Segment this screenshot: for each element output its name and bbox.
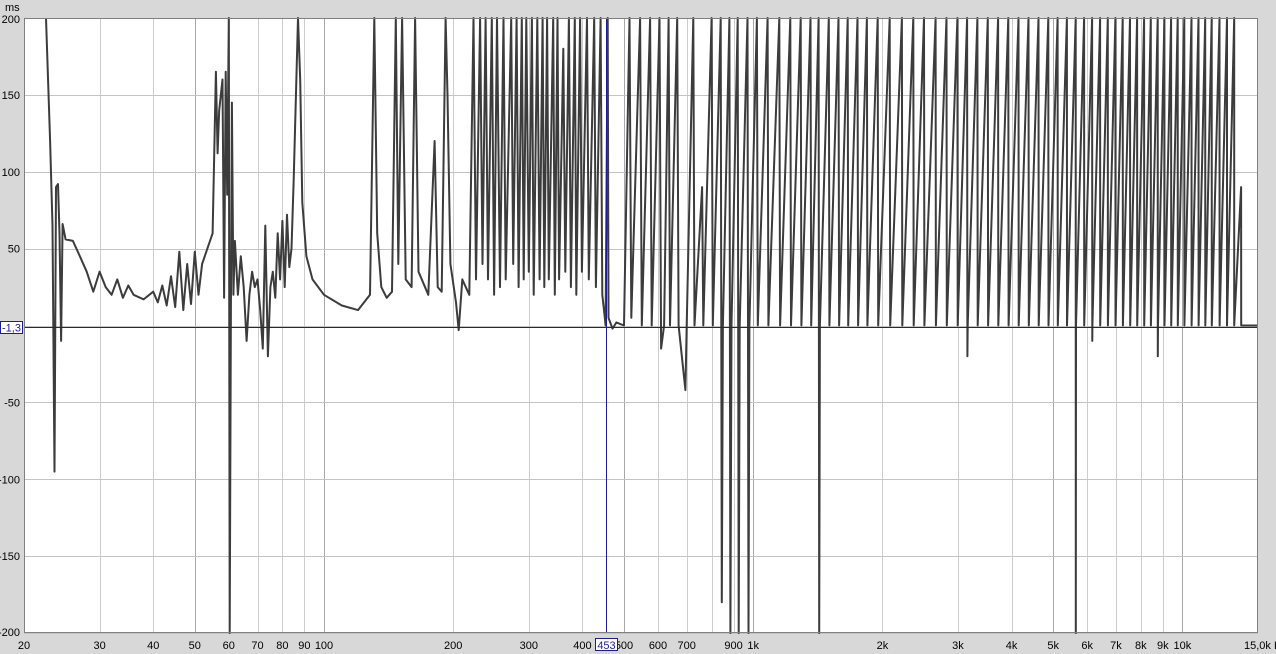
y-tick-label: 200 bbox=[2, 14, 20, 26]
x-tick-label: 70 bbox=[251, 640, 263, 652]
x-tick-label: 30 bbox=[93, 640, 105, 652]
x-tick-label: 300 bbox=[520, 640, 538, 652]
x-tick-label: 600 bbox=[649, 640, 667, 652]
x-tick-label: 4k bbox=[1006, 640, 1018, 652]
y-tick-label: 50 bbox=[8, 244, 20, 256]
x-tick-label: 700 bbox=[678, 640, 696, 652]
cursor-y-readout: -1,3 bbox=[2, 323, 21, 335]
x-tick-label: 5k bbox=[1047, 640, 1059, 652]
x-tick-label: 7k bbox=[1110, 640, 1122, 652]
y-tick-label: 150 bbox=[2, 90, 20, 102]
x-tick-label: 9k bbox=[1157, 640, 1169, 652]
x-tick-label: 1k bbox=[747, 640, 759, 652]
group-delay-chart: ms 200 150 100 50 -50 -100 -150 -200 20 30 40 50 60… bbox=[0, 2, 1276, 652]
x-tick-label: 3k bbox=[952, 640, 964, 652]
x-tick-label: 40 bbox=[147, 640, 159, 652]
y-tick-label: 100 bbox=[2, 167, 20, 179]
x-tick-label: 900 bbox=[724, 640, 742, 652]
x-tick-label: 90 bbox=[298, 640, 310, 652]
x-tick-label: 200 bbox=[444, 640, 462, 652]
y-tick-label: -150 bbox=[0, 551, 20, 563]
x-tick-label: 50 bbox=[189, 640, 201, 652]
x-tick-label: 80 bbox=[276, 640, 288, 652]
y-tick-label: -50 bbox=[4, 397, 20, 409]
x-tick-label: 60 bbox=[223, 640, 235, 652]
x-tick-label: 8k bbox=[1135, 640, 1147, 652]
x-tick-label: 10k bbox=[1174, 640, 1192, 652]
x-tick-label: 15,0k Hz bbox=[1244, 640, 1276, 652]
y-tick-label: -100 bbox=[0, 474, 20, 486]
cursor-x-readout: 453 bbox=[597, 640, 615, 652]
x-tick-label: 2k bbox=[877, 640, 889, 652]
x-tick-label: 100 bbox=[315, 640, 333, 652]
x-tick-label: 20 bbox=[18, 640, 30, 652]
y-axis-unit-label: ms bbox=[5, 2, 20, 14]
x-tick-label: 400 bbox=[573, 640, 591, 652]
x-tick-label: 6k bbox=[1081, 640, 1093, 652]
y-tick-label: -200 bbox=[0, 627, 20, 639]
